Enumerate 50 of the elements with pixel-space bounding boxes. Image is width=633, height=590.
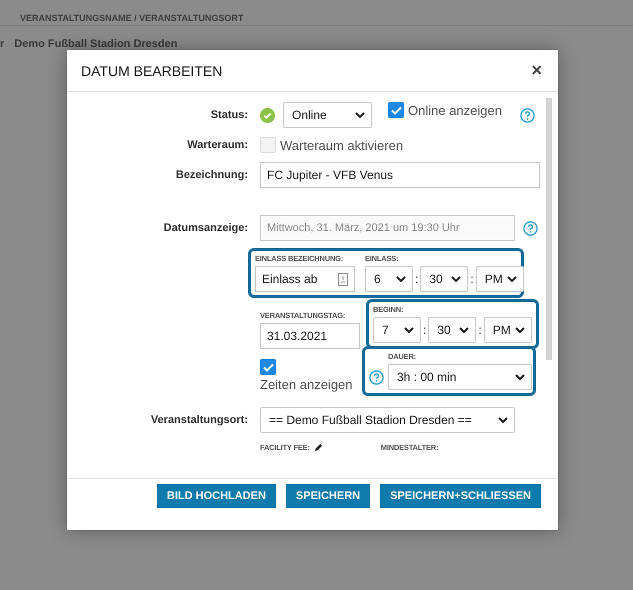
field-label: Warteraum: — [186, 139, 248, 151]
checkmark-icon — [262, 362, 274, 372]
action-button[interactable]: SPEICHERN — [286, 484, 370, 508]
checkbox-label: Online anzeigen — [408, 102, 502, 118]
minute-select[interactable]: 30 — [428, 317, 476, 343]
checkbox[interactable] — [260, 359, 276, 375]
checkbox[interactable] — [388, 102, 404, 118]
chevron-down-icon — [514, 326, 525, 334]
chevron-down-icon — [498, 416, 508, 424]
dialog-title: DATUM BEARBEITEN — [81, 62, 222, 78]
help-icon[interactable] — [523, 220, 538, 236]
checkmark-icon — [390, 106, 402, 114]
time-colon: : — [478, 323, 482, 337]
chevron-down-icon — [355, 112, 365, 118]
scrollbar-thumb[interactable] — [546, 98, 552, 360]
ampm-select[interactable]: PM — [476, 266, 524, 292]
field-label: Bezeichnung: — [174, 169, 248, 181]
time-colon: : — [470, 272, 474, 286]
entry-label-input[interactable]: Einlass ab — [255, 266, 355, 292]
hour-select[interactable]: 6 — [365, 266, 413, 292]
close-button[interactable]: × — [527, 60, 546, 81]
chevron-down-icon — [451, 276, 462, 282]
name-input[interactable]: FC Jupiter - VFB Venus — [260, 162, 540, 188]
chevron-down-icon — [515, 374, 525, 380]
hour-select[interactable]: 7 — [373, 317, 421, 343]
time-colon: : — [415, 272, 418, 286]
minute-select[interactable]: 30 — [420, 266, 468, 292]
chevron-down-icon — [396, 276, 406, 282]
field-label: Veranstaltungsort: — [150, 414, 248, 426]
page-text: r — [0, 38, 4, 50]
field-label: Status: — [210, 109, 248, 121]
venue-text: Demo Fußball Stadion Dresden — [14, 38, 178, 50]
chevron-down-icon — [404, 326, 414, 334]
venue-select[interactable]: == Demo Fußball Stadion Dresden == — [260, 407, 515, 433]
chevron-down-icon — [506, 276, 517, 282]
pencil-icon[interactable] — [314, 442, 323, 452]
help-icon[interactable] — [369, 370, 384, 385]
action-button[interactable]: BILD HOCHLADEN — [156, 484, 276, 508]
action-button[interactable]: SPEICHERN+SCHLIESSEN — [380, 484, 541, 508]
event-day-input[interactable]: 31.03.2021 — [260, 323, 360, 349]
help-icon[interactable] — [520, 108, 535, 122]
time-colon: : — [423, 323, 426, 337]
checkbox-label: Warteraum aktivieren — [280, 138, 404, 152]
chevron-down-icon — [459, 326, 470, 334]
breadcrumb: VERANSTALTUNGSNAME / VERANSTALTUNGSORT — [20, 13, 244, 23]
ampm-select[interactable]: PM — [484, 317, 532, 343]
field-icon — [338, 272, 348, 286]
field-label: Datumsanzeige: — [162, 222, 248, 234]
status-select[interactable]: Online — [283, 102, 372, 128]
duration-select[interactable]: 3h : 00 min — [388, 364, 532, 390]
